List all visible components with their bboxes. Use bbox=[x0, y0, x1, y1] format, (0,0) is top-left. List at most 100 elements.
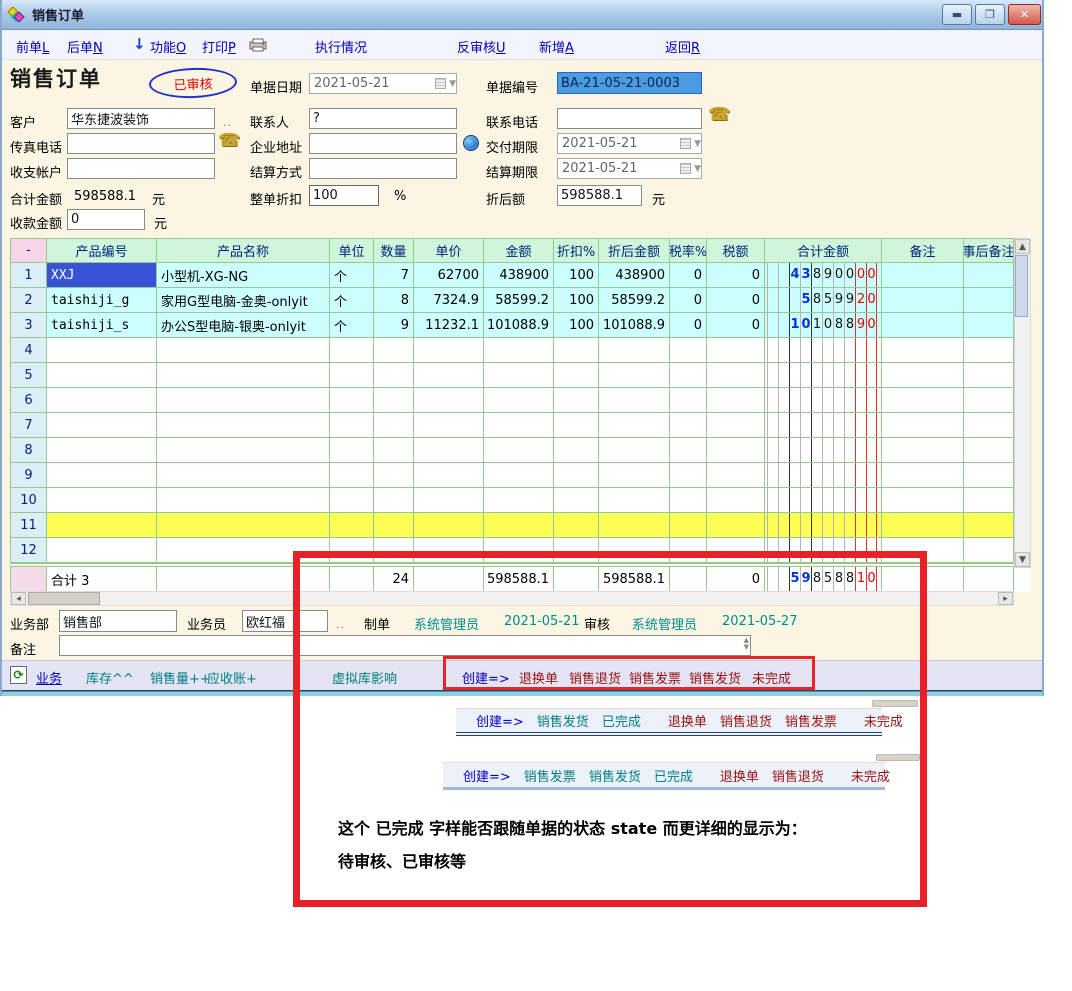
cell-tax-rate[interactable]: 0 bbox=[670, 313, 707, 338]
cell-remark[interactable] bbox=[882, 338, 964, 363]
cell-unit-price[interactable] bbox=[414, 388, 484, 413]
cell-tax-rate[interactable] bbox=[670, 388, 707, 413]
scroll-up-button[interactable]: ▲ bbox=[1015, 239, 1030, 254]
cell-discounted-amount[interactable] bbox=[599, 388, 670, 413]
cell-product-name[interactable] bbox=[157, 463, 330, 488]
cell-product-code[interactable] bbox=[47, 463, 157, 488]
add-new-button[interactable]: 新增A bbox=[539, 37, 574, 56]
cell-discounted-amount[interactable] bbox=[599, 413, 670, 438]
cell-product-code[interactable] bbox=[47, 388, 157, 413]
cell-product-code[interactable] bbox=[47, 488, 157, 513]
cell-discounted-amount[interactable] bbox=[599, 538, 670, 563]
fax-input[interactable] bbox=[67, 133, 215, 154]
cell-product-code[interactable]: XXJ bbox=[47, 263, 157, 288]
table-row[interactable]: 9 bbox=[10, 463, 1031, 488]
cell-discounted-amount[interactable] bbox=[599, 463, 670, 488]
cell-amount[interactable] bbox=[484, 363, 554, 388]
cell-unit-price[interactable] bbox=[414, 438, 484, 463]
cell-amount[interactable] bbox=[484, 538, 554, 563]
delivery-date-field[interactable]: 2021-05-21▼ bbox=[557, 133, 702, 154]
cell-tax-rate[interactable] bbox=[670, 338, 707, 363]
cell-product-name[interactable] bbox=[157, 538, 330, 563]
cell-remark[interactable] bbox=[882, 513, 964, 538]
unaudit-button[interactable]: 反审核U bbox=[457, 37, 506, 56]
cell-discount[interactable] bbox=[554, 463, 599, 488]
cell-tax-rate[interactable] bbox=[670, 463, 707, 488]
tab-receivable[interactable]: 应收账+ bbox=[207, 668, 257, 687]
cell-product-code[interactable] bbox=[47, 438, 157, 463]
cell-post-remark[interactable] bbox=[964, 488, 1014, 513]
column-header[interactable]: 金额 bbox=[484, 238, 554, 263]
cell-qty[interactable]: 7 bbox=[374, 263, 414, 288]
cell-post-remark[interactable] bbox=[964, 288, 1014, 313]
pending-link[interactable]: 退换单 bbox=[668, 711, 707, 730]
cell-tax[interactable] bbox=[707, 463, 765, 488]
cell-tax[interactable] bbox=[707, 538, 765, 563]
link-return-exchange[interactable]: 退换单 bbox=[519, 668, 558, 687]
cell-qty[interactable] bbox=[374, 338, 414, 363]
cell-qty[interactable] bbox=[374, 538, 414, 563]
row-number[interactable]: 1 bbox=[10, 263, 47, 288]
doc-date-field[interactable]: 2021-05-21▼ bbox=[309, 73, 457, 94]
table-row[interactable]: 11 bbox=[10, 513, 1031, 538]
function-menu[interactable]: 功能O bbox=[150, 37, 186, 56]
cell-product-code[interactable]: taishiji_s bbox=[47, 313, 157, 338]
cell-remark[interactable] bbox=[882, 288, 964, 313]
customer-input[interactable] bbox=[67, 108, 215, 129]
cell-discounted-amount[interactable] bbox=[599, 363, 670, 388]
customer-lookup-button[interactable]: .. bbox=[223, 116, 232, 129]
row-number[interactable]: 10 bbox=[10, 488, 47, 513]
amount-digit-grid-cell[interactable]: 59858810 bbox=[765, 567, 882, 592]
cell-remark[interactable] bbox=[882, 488, 964, 513]
cell-unit[interactable] bbox=[330, 363, 374, 388]
scroll-left-button[interactable]: ◂ bbox=[11, 592, 26, 605]
column-header[interactable]: 备注 bbox=[882, 238, 964, 263]
table-row[interactable]: 12 bbox=[10, 538, 1031, 563]
pending-link[interactable]: 退换单 bbox=[720, 766, 759, 785]
horizontal-scroll-thumb[interactable] bbox=[28, 592, 100, 605]
cell-post-remark[interactable] bbox=[964, 313, 1014, 338]
cell-tax-rate[interactable]: 0 bbox=[670, 288, 707, 313]
create-link[interactable]: 创建=> bbox=[476, 711, 524, 730]
contact-phone-input[interactable] bbox=[557, 108, 702, 129]
totals-empty[interactable] bbox=[157, 567, 330, 592]
cell-post-remark[interactable] bbox=[964, 513, 1014, 538]
table-row[interactable]: 1XXJ小型机-XG-NG个76270043890010043890000438… bbox=[10, 263, 1031, 288]
amount-digit-grid-cell[interactable] bbox=[765, 488, 882, 513]
cell-unit-price[interactable] bbox=[414, 513, 484, 538]
cell-discounted-amount[interactable] bbox=[599, 438, 670, 463]
dept-input[interactable] bbox=[59, 610, 177, 632]
remark-spinner[interactable]: ▲▼ bbox=[744, 637, 749, 651]
account-input[interactable] bbox=[67, 158, 215, 179]
settle-date-field[interactable]: 2021-05-21▼ bbox=[557, 158, 702, 179]
amount-digit-grid-cell[interactable]: 10108890 bbox=[765, 313, 882, 338]
cell-product-code[interactable] bbox=[47, 363, 157, 388]
column-header[interactable]: - bbox=[10, 238, 47, 263]
scroll-right-button[interactable]: ▸ bbox=[998, 592, 1013, 605]
cell-tax-rate[interactable] bbox=[670, 438, 707, 463]
cell-unit-price[interactable] bbox=[414, 463, 484, 488]
cell-unit[interactable]: 个 bbox=[330, 313, 374, 338]
table-row[interactable]: 3taishiji_s办公S型电脑-银奥-onlyit个911232.11010… bbox=[10, 313, 1031, 338]
contact-input[interactable] bbox=[309, 108, 457, 129]
cell-remark[interactable] bbox=[882, 263, 964, 288]
amount-digit-grid-cell[interactable]: 5859920 bbox=[765, 288, 882, 313]
address-input[interactable] bbox=[309, 133, 457, 154]
column-header[interactable]: 折扣% bbox=[554, 238, 599, 263]
row-number[interactable]: 11 bbox=[10, 513, 47, 538]
cell-qty[interactable]: 9 bbox=[374, 313, 414, 338]
cell-unit[interactable] bbox=[330, 538, 374, 563]
cell-tax-rate[interactable] bbox=[670, 488, 707, 513]
cell-discount[interactable] bbox=[554, 338, 599, 363]
cell-unit-price[interactable] bbox=[414, 488, 484, 513]
salesman-lookup-button[interactable]: .. bbox=[336, 618, 345, 631]
cell-qty[interactable] bbox=[374, 463, 414, 488]
cell-qty[interactable] bbox=[374, 513, 414, 538]
create-link[interactable]: 创建=> bbox=[462, 668, 510, 687]
cell-remark[interactable] bbox=[882, 388, 964, 413]
amount-digit-grid-cell[interactable] bbox=[765, 463, 882, 488]
cell-unit-price[interactable]: 7324.9 bbox=[414, 288, 484, 313]
totals-amount[interactable]: 598588.1 bbox=[484, 567, 554, 592]
table-row[interactable]: 6 bbox=[10, 388, 1031, 413]
cell-tax[interactable]: 0 bbox=[707, 263, 765, 288]
